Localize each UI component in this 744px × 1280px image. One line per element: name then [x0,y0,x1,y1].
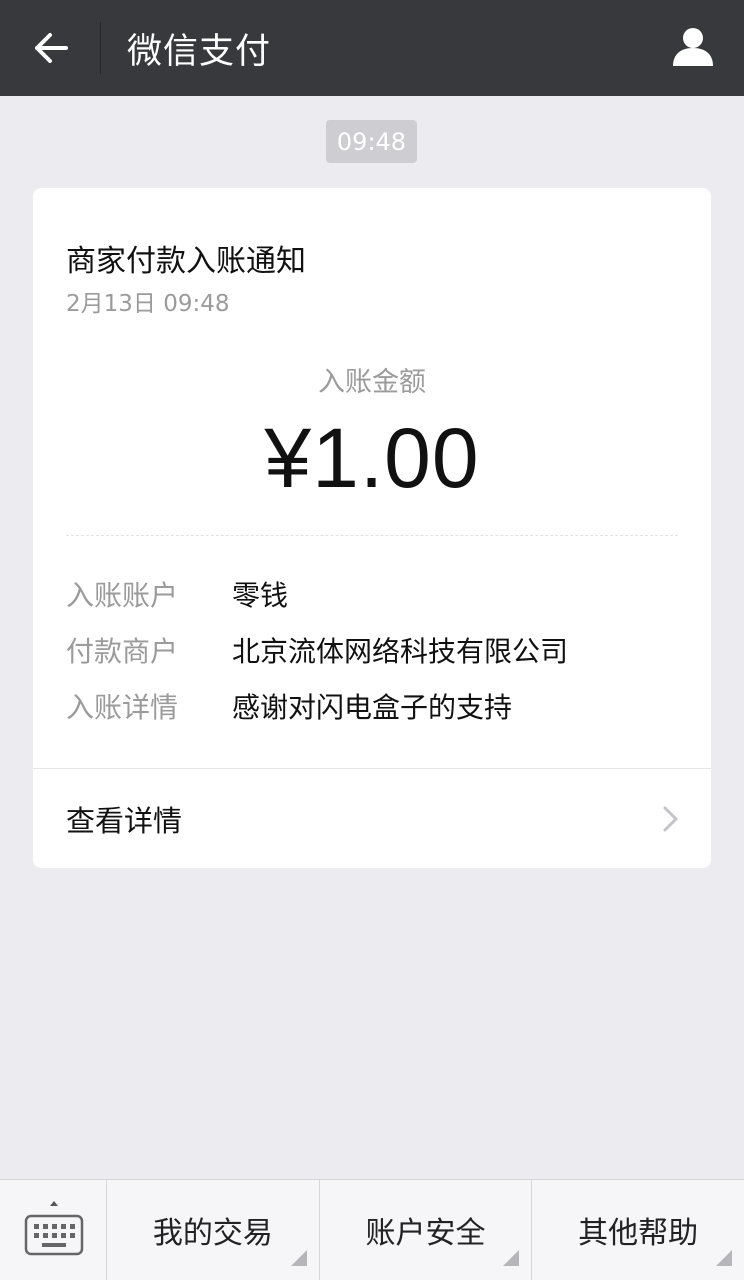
keyboard-icon [24,1201,84,1256]
view-details-label: 查看详情 [66,803,183,838]
detail-row-merchant: 付款商户 北京流体网络科技有限公司 [66,630,568,670]
user-icon [673,28,713,66]
menu-account-security[interactable]: 账户安全 [320,1180,533,1280]
menu-label: 我的交易 [152,1216,273,1251]
detail-value: 北京流体网络科技有限公司 [232,635,569,668]
submenu-indicator-icon [716,1250,733,1266]
amount-value: ¥1.00 [264,411,480,505]
bottom-menu-bar: 我的交易 账户安全 其他帮助 [0,1179,744,1280]
card-date: 2月13日 09:48 [66,291,230,317]
submenu-indicator-icon [290,1250,307,1266]
detail-row-info: 入账详情 感谢对闪电盒子的支持 [66,686,512,726]
detail-value: 感谢对闪电盒子的支持 [232,691,513,724]
chevron-right-icon [663,806,678,832]
top-nav-bar: 微信支付 [0,0,744,96]
menu-my-transactions[interactable]: 我的交易 [107,1180,320,1280]
detail-value: 零钱 [232,579,289,612]
back-arrow-icon [35,33,68,63]
detail-label: 入账详情 [66,691,179,724]
menu-other-help[interactable]: 其他帮助 [532,1180,744,1280]
submenu-indicator-icon [503,1250,520,1266]
detail-label: 付款商户 [66,635,179,668]
keyboard-toggle-button[interactable] [0,1180,107,1280]
menu-label: 其他帮助 [578,1216,699,1251]
page-title: 微信支付 [127,31,272,72]
menu-label: 账户安全 [365,1216,486,1251]
profile-button[interactable] [668,22,718,72]
detail-row-account: 入账账户 零钱 [66,574,288,614]
view-details-link[interactable]: 查看详情 [33,769,711,868]
detail-label: 入账账户 [66,579,179,612]
message-timestamp: 09:48 [326,120,417,163]
amount-label: 入账金额 [318,367,426,398]
dashed-divider [66,535,678,536]
back-button[interactable] [0,0,100,96]
header-divider [100,22,101,74]
payment-notification-card: 商家付款入账通知 2月13日 09:48 入账金额 ¥1.00 入账账户 零钱 … [33,188,711,868]
card-title: 商家付款入账通知 [66,244,306,279]
